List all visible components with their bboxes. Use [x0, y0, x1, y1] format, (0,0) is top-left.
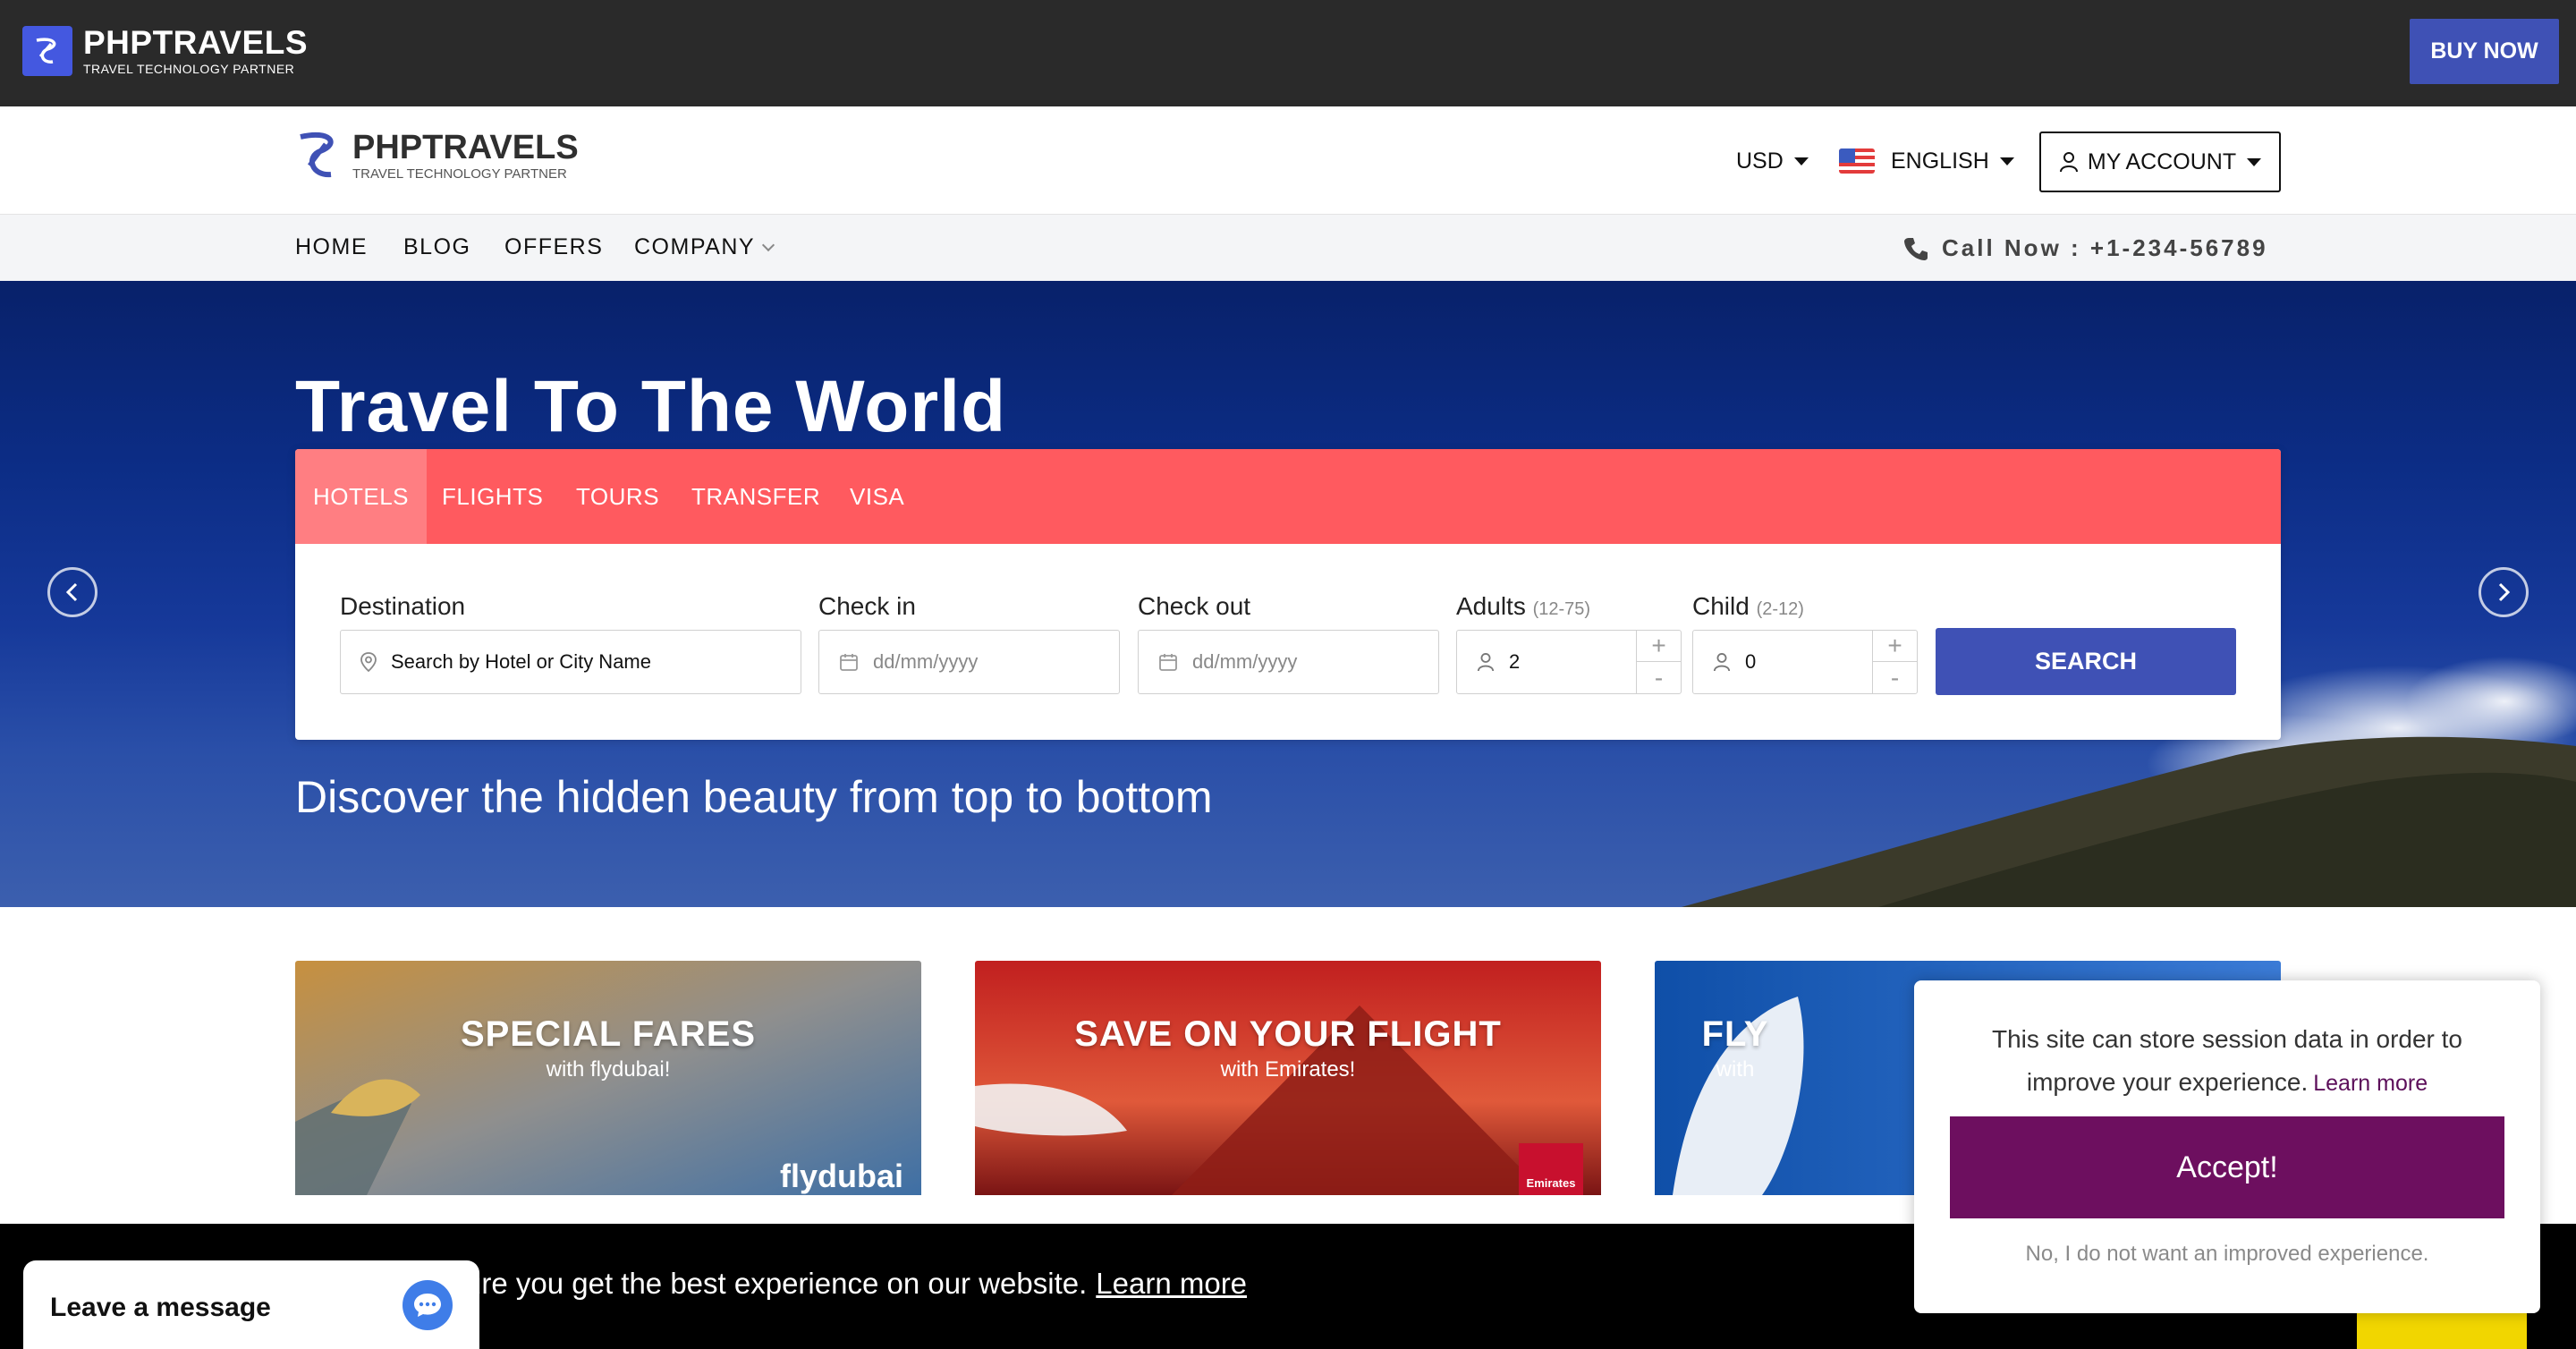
logo-icon	[22, 26, 72, 76]
child-label: Child (2-12)	[1692, 592, 1804, 621]
main-nav: HOME BLOG OFFERS COMPANY Call Now : +1-2…	[0, 215, 2576, 281]
search-tabs: HOTELS FLIGHTS TOURS TRANSFER VISA	[295, 449, 2281, 544]
offer-card[interactable]: SPECIAL FARES with flydubai! flydubai	[295, 961, 921, 1211]
cookie-accept-button[interactable]	[2357, 1313, 2527, 1349]
child-decrement-button[interactable]: -	[1873, 662, 1917, 693]
checkin-field[interactable]: dd/mm/yyyy	[818, 630, 1120, 694]
child-increment-button[interactable]: +	[1873, 631, 1917, 662]
currency-label: USD	[1736, 148, 1784, 174]
child-stepper[interactable]: 0 + -	[1692, 630, 1918, 694]
consent-message: This site can store session data in orde…	[1950, 1018, 2504, 1105]
tab-tours[interactable]: TOURS	[576, 449, 659, 544]
search-button[interactable]: SEARCH	[1936, 628, 2236, 695]
adults-range: (12-75)	[1532, 599, 1591, 619]
accept-button[interactable]: Accept!	[1950, 1116, 2504, 1218]
offer-title: SPECIAL FARES	[460, 1014, 757, 1054]
tab-hotels[interactable]: HOTELS	[295, 449, 428, 544]
language-label: ENGLISH	[1891, 148, 1989, 174]
offer-subtitle: with flydubai!	[546, 1057, 671, 1082]
caret-down-icon	[1999, 157, 2014, 165]
call-now[interactable]: Call Now : +1-234-56789	[1902, 234, 2268, 262]
tab-transfer[interactable]: TRANSFER	[691, 449, 820, 544]
chevron-left-icon	[65, 582, 78, 602]
adults-increment-button[interactable]: +	[1637, 631, 1681, 662]
nav-offers[interactable]: OFFERS	[504, 234, 603, 260]
adults-label-text: Adults	[1456, 592, 1526, 620]
brand-name: PHPTRAVELS	[352, 128, 579, 166]
caret-down-icon	[1793, 157, 1809, 165]
cookie-bar-message: ure you get the best experience on our w…	[465, 1267, 1088, 1300]
checkout-label: Check out	[1138, 592, 1251, 620]
logo-mark-icon	[300, 132, 334, 178]
user-icon	[1477, 652, 1495, 672]
nav-company[interactable]: COMPANY	[634, 234, 775, 260]
call-now-text: Call Now : +1-234-56789	[1942, 234, 2268, 261]
adults-decrement-button[interactable]: -	[1637, 662, 1681, 693]
chat-bubble-icon[interactable]	[402, 1280, 453, 1330]
top-bar: PHPTRAVELS TRAVEL TECHNOLOGY PARTNER BUY…	[0, 0, 2576, 106]
calendar-icon	[839, 652, 859, 672]
adults-stepper[interactable]: 2 + -	[1456, 630, 1682, 694]
us-flag-icon	[1839, 148, 1875, 174]
hero-subtitle: Discover the hidden beauty from top to b…	[295, 772, 1213, 822]
child-label-text: Child	[1692, 592, 1750, 620]
cookie-bar-text: ure you get the best experience on our w…	[465, 1267, 1247, 1301]
decline-link[interactable]: No, I do not want an improved experience…	[1950, 1242, 2504, 1267]
nav-home[interactable]: HOME	[295, 234, 368, 260]
prev-slide-button[interactable]	[47, 567, 97, 617]
location-pin-icon	[360, 651, 377, 673]
top-logo[interactable]: PHPTRAVELS TRAVEL TECHNOLOGY PARTNER	[22, 26, 308, 76]
emirates-logo: Emirates	[1519, 1143, 1583, 1195]
caret-down-icon	[2247, 157, 2262, 166]
buy-now-button[interactable]: BUY NOW	[2410, 19, 2559, 84]
offer-subtitle: with Emirates!	[1220, 1057, 1356, 1082]
top-brand-tagline: TRAVEL TECHNOLOGY PARTNER	[83, 62, 295, 76]
destination-input: Search by Hotel or City Name	[391, 650, 651, 673]
top-brand-name: PHPTRAVELS	[83, 24, 309, 61]
tab-flights[interactable]: FLIGHTS	[442, 449, 543, 544]
nav-company-label: COMPANY	[634, 234, 756, 259]
child-range: (2-12)	[1756, 599, 1804, 619]
chevron-right-icon	[2498, 582, 2511, 602]
phone-icon	[1904, 237, 1928, 260]
checkout-field[interactable]: dd/mm/yyyy	[1138, 630, 1439, 694]
offer-title: SAVE ON YOUR FLIGHT	[1074, 1014, 1502, 1054]
adults-value: 2	[1509, 650, 1521, 673]
user-icon	[2059, 152, 2078, 173]
cookie-learn-more-link[interactable]: Learn more	[1096, 1267, 1247, 1300]
checkin-label: Check in	[818, 592, 916, 620]
checkin-input: dd/mm/yyyy	[873, 650, 979, 673]
destination-field[interactable]: Search by Hotel or City Name	[340, 630, 801, 694]
offer-card[interactable]: SAVE ON YOUR FLIGHT with Emirates! Emira…	[975, 961, 1601, 1211]
child-value: 0	[1745, 650, 1757, 673]
tab-visa[interactable]: VISA	[850, 449, 904, 544]
hero-title: Travel To The World	[295, 366, 1007, 447]
cookie-consent-dialog: This site can store session data in orde…	[1914, 980, 2540, 1313]
site-logo[interactable]: PHPTRAVELS TRAVEL TECHNOLOGY PARTNER	[295, 128, 579, 183]
site-header: PHPTRAVELS TRAVEL TECHNOLOGY PARTNER USD…	[0, 106, 2576, 215]
currency-dropdown[interactable]: USD	[1736, 142, 1809, 180]
brand-tagline: TRAVEL TECHNOLOGY PARTNER	[352, 165, 567, 182]
my-account-label: MY ACCOUNT	[2087, 148, 2237, 174]
user-icon	[1713, 652, 1731, 672]
consent-learn-more-link[interactable]: Learn more	[2313, 1071, 2428, 1096]
flydubai-logo: flydubai	[779, 1158, 903, 1194]
adults-label: Adults (12-75)	[1456, 592, 1590, 621]
my-account-button[interactable]: MY ACCOUNT	[2039, 132, 2281, 192]
chat-widget[interactable]: Leave a message	[23, 1260, 479, 1349]
chevron-down-icon	[761, 238, 775, 251]
chat-label: Leave a message	[50, 1293, 271, 1322]
language-dropdown[interactable]: ENGLISH	[1839, 142, 2014, 180]
calendar-icon	[1158, 652, 1178, 672]
search-panel: HOTELS FLIGHTS TOURS TRANSFER VISA Desti…	[295, 449, 2281, 740]
destination-label: Destination	[340, 592, 466, 620]
nav-blog[interactable]: BLOG	[403, 234, 470, 260]
checkout-input: dd/mm/yyyy	[1192, 650, 1298, 673]
next-slide-button[interactable]	[2479, 567, 2529, 617]
